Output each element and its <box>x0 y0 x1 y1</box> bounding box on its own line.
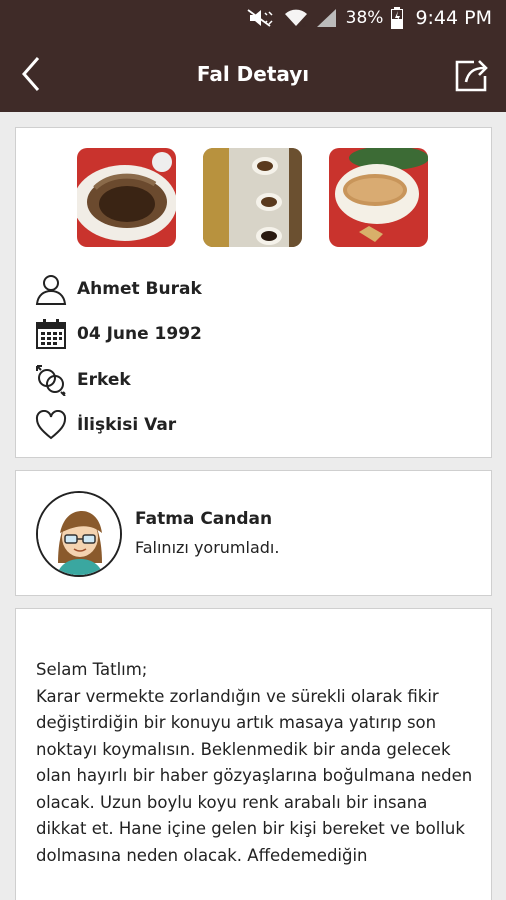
reading-card: Selam Tatlım; Karar vermekte zorlandığın… <box>15 608 492 900</box>
reading-text: Selam Tatlım; Karar vermekte zorlandığın… <box>36 660 473 865</box>
user-name: Ahmet Burak <box>77 279 202 299</box>
birth-date: 04 June 1992 <box>77 324 202 344</box>
battery-level: 38% <box>345 8 384 28</box>
svg-text:⇅: ⇅ <box>301 21 307 28</box>
commenter-card[interactable]: Fatma Candan Falınızı yorumladı. <box>15 470 492 596</box>
user-icon <box>34 272 68 306</box>
relationship-status: İlişkisi Var <box>77 415 177 435</box>
mute-icon <box>246 8 276 28</box>
commenter-name: Fatma Candan <box>135 509 273 529</box>
coffee-cup-photo[interactable] <box>77 148 176 247</box>
signal-icon <box>316 8 338 28</box>
wifi-icon: ⇅ <box>284 8 308 28</box>
relationship-row: İlişkisi Var <box>34 408 176 442</box>
battery-icon <box>391 7 404 29</box>
birthdate-row: 04 June 1992 <box>34 317 202 351</box>
page-title: Fal Detayı <box>196 62 310 86</box>
clock: 9:44 PM <box>415 7 492 29</box>
heart-icon <box>34 408 68 442</box>
avatar <box>36 491 122 577</box>
fortune-details-card: Ahmet Burak 04 June 1992 Erkek İlişkisi … <box>15 127 492 458</box>
share-icon[interactable] <box>452 54 492 94</box>
app-bar: Fal Detayı <box>0 36 506 112</box>
gender-icon <box>34 363 68 397</box>
coffee-saucer-photo[interactable] <box>329 148 428 247</box>
commenter-action: Falınızı yorumladı. <box>135 538 280 557</box>
photo-gallery <box>77 148 428 247</box>
status-bar: ⇅ 38% 9:44 PM <box>0 0 506 36</box>
coffee-cups-photo[interactable] <box>203 148 302 247</box>
gender: Erkek <box>77 370 131 390</box>
gender-row: Erkek <box>34 363 131 397</box>
calendar-icon <box>34 317 68 351</box>
name-row: Ahmet Burak <box>34 272 202 306</box>
